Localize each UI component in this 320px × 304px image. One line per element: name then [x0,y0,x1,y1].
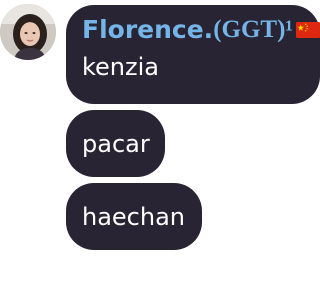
message-thread: Florence. (GGT)¹ kenzia pacar haechan [0,0,320,304]
message-text: haechan [82,202,186,231]
message-text: kenzia [82,53,159,81]
avatar[interactable] [0,4,56,60]
message-text: pacar [82,129,150,158]
china-flag-icon [295,21,320,38]
message-bubble[interactable]: haechan [66,183,202,250]
sender-name[interactable]: Florence. [82,17,213,42]
sender-line: Florence. (GGT)¹ [82,17,320,42]
message-bubble[interactable]: pacar [66,110,165,177]
message-bubble[interactable]: Florence. (GGT)¹ kenzia [66,5,320,104]
avatar-photo [0,4,56,60]
sender-tag: (GGT)¹ [213,16,293,43]
